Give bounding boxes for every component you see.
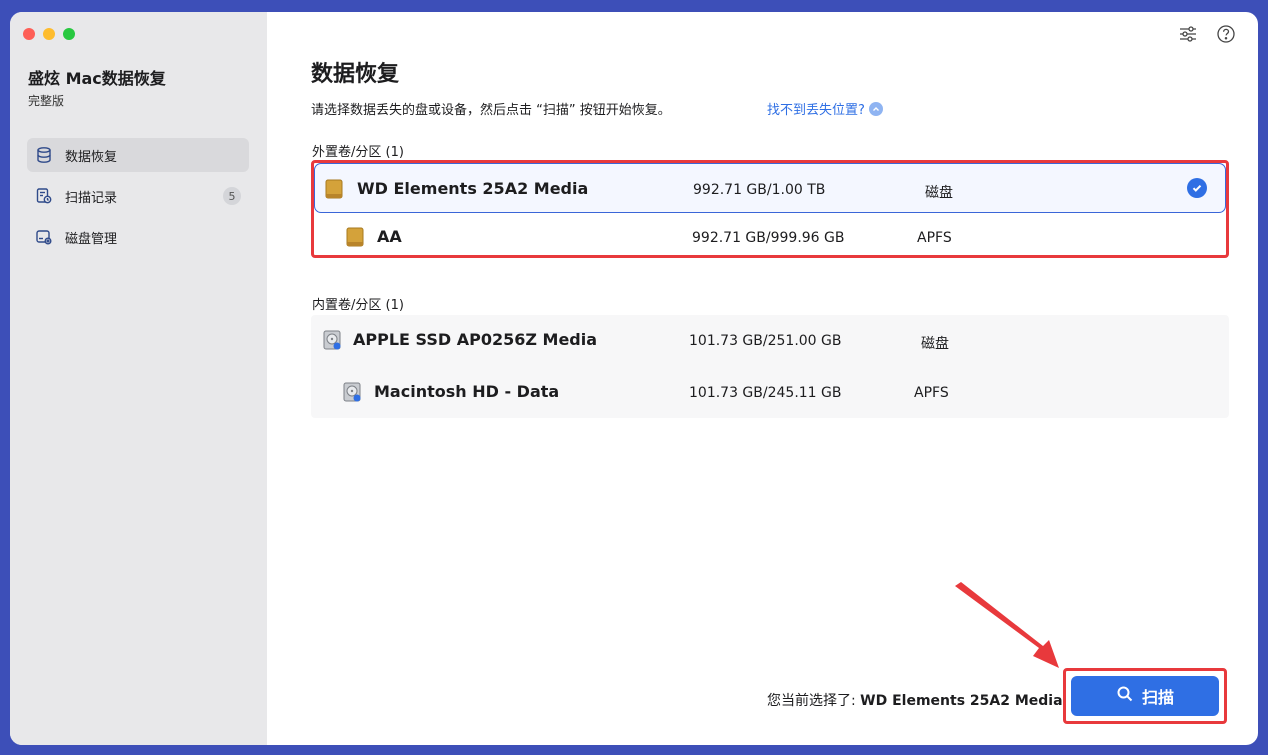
external-drive-list: WD Elements 25A2 Media 992.71 GB/1.00 TB…	[311, 160, 1229, 258]
internal-volume-icon	[341, 381, 363, 403]
disk-manage-icon	[35, 228, 53, 246]
window-controls	[23, 28, 75, 40]
partition-type: APFS	[914, 385, 949, 401]
internal-section-title: 内置卷/分区 (1)	[312, 298, 404, 313]
sidebar-nav: 数据恢复 扫描记录 5 磁盘管理	[27, 138, 249, 261]
drive-size: 992.71 GB/1.00 TB	[693, 182, 826, 198]
sidebar-item-label: 扫描记录	[65, 190, 118, 206]
drive-type: 磁盘	[921, 336, 949, 352]
search-icon	[1116, 685, 1134, 707]
selection-prefix: 您当前选择了:	[767, 693, 861, 709]
database-icon	[35, 146, 53, 164]
drive-name: WD Elements 25A2 Media	[357, 179, 589, 198]
scan-button-label: 扫描	[1141, 688, 1174, 707]
scan-history-icon	[35, 187, 53, 205]
external-volume-icon	[344, 226, 366, 248]
drive-row-wd-elements[interactable]: WD Elements 25A2 Media 992.71 GB/1.00 TB…	[314, 163, 1226, 213]
sidebar-item-data-recovery[interactable]: 数据恢复	[27, 138, 249, 172]
settings-sliders-icon[interactable]	[1178, 24, 1198, 44]
app-edition: 完整版	[28, 94, 65, 108]
app-title: 盛炫 Mac数据恢复	[28, 69, 166, 88]
selected-check-icon	[1187, 178, 1207, 198]
drive-type: 磁盘	[925, 185, 953, 201]
partition-name: Macintosh HD - Data	[374, 382, 560, 401]
partition-size: 101.73 GB/245.11 GB	[689, 385, 842, 401]
partition-row-aa[interactable]: AA 992.71 GB/999.96 GB APFS	[314, 212, 1226, 262]
app-window: 盛炫 Mac数据恢复 完整版 数据恢复 扫描记录 5 磁盘管理 数据恢复 请选择…	[10, 12, 1258, 745]
selection-value: WD Elements 25A2 Media	[860, 693, 1063, 709]
chevron-up-icon	[868, 101, 883, 116]
internal-drive-icon	[321, 329, 343, 351]
page-title: 数据恢复	[311, 62, 400, 87]
drive-row-apple-ssd[interactable]: APPLE SSD AP0256Z Media 101.73 GB/251.00…	[311, 315, 1229, 365]
page-description: 请选择数据丢失的盘或设备，然后点击 “扫描” 按钮开始恢复。	[311, 103, 671, 118]
scan-button[interactable]: 扫描	[1071, 676, 1219, 716]
zoom-window-button[interactable]	[63, 28, 75, 40]
internal-drive-list: APPLE SSD AP0256Z Media 101.73 GB/251.00…	[311, 315, 1229, 418]
external-section-title: 外置卷/分区 (1)	[312, 145, 404, 160]
drive-name: APPLE SSD AP0256Z Media	[353, 330, 598, 349]
sidebar-item-scan-history[interactable]: 扫描记录 5	[27, 179, 249, 213]
header-toolbar	[1178, 24, 1236, 44]
partition-type: APFS	[917, 230, 952, 246]
partition-row-macintosh-hd[interactable]: Macintosh HD - Data 101.73 GB/245.11 GB …	[311, 367, 1229, 417]
help-link-label: 找不到丢失位置?	[767, 103, 865, 118]
sidebar-item-label: 磁盘管理	[65, 231, 118, 247]
partition-size: 992.71 GB/999.96 GB	[692, 230, 845, 246]
drive-size: 101.73 GB/251.00 GB	[689, 333, 842, 349]
scan-button-highlight: 扫描	[1063, 668, 1227, 724]
sidebar: 盛炫 Mac数据恢复 完整版 数据恢复 扫描记录 5 磁盘管理	[10, 12, 267, 745]
minimize-window-button[interactable]	[43, 28, 55, 40]
current-selection: 您当前选择了: WD Elements 25A2 Media	[767, 690, 1063, 710]
main-panel: 数据恢复 请选择数据丢失的盘或设备，然后点击 “扫描” 按钮开始恢复。 找不到丢…	[267, 12, 1258, 745]
red-arrow-annotation	[955, 582, 1059, 668]
help-icon[interactable]	[1216, 24, 1236, 44]
sidebar-item-label: 数据恢复	[65, 149, 118, 165]
sidebar-item-disk-manage[interactable]: 磁盘管理	[27, 220, 249, 254]
partition-name: AA	[377, 227, 402, 246]
scan-count-badge: 5	[223, 187, 241, 205]
close-window-button[interactable]	[23, 28, 35, 40]
external-drive-icon	[323, 178, 345, 200]
cannot-find-location-link[interactable]: 找不到丢失位置?	[767, 99, 883, 118]
